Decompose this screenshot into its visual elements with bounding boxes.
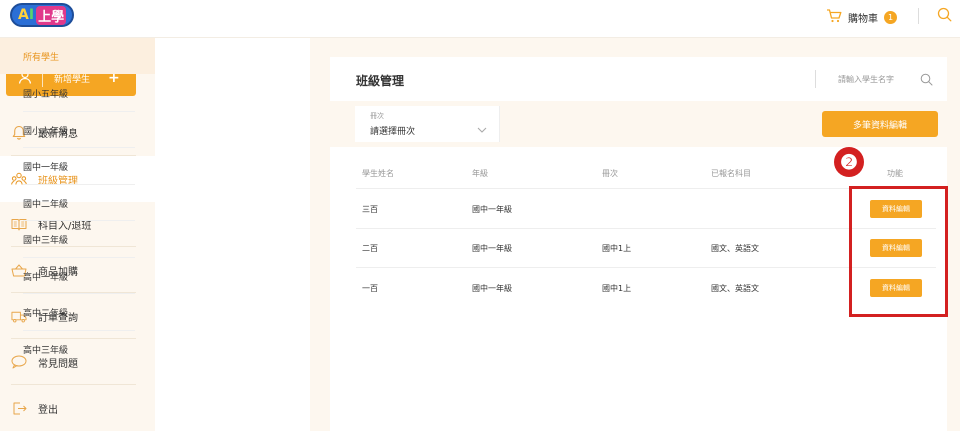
cart-count-badge: 1	[884, 11, 897, 24]
annotation-highlight-box	[849, 186, 948, 317]
term-select[interactable]: 冊次 請選擇冊次	[355, 106, 500, 142]
column-header-name: 學生姓名	[362, 169, 394, 178]
grade-item-label: 國小五年級	[23, 89, 69, 100]
logo-badge: A I 上學	[10, 3, 75, 27]
header-divider	[918, 8, 919, 24]
logout-icon	[11, 400, 27, 416]
grade-item-all[interactable]: 所有學生	[0, 38, 155, 74]
logo-letter-i: I	[28, 7, 35, 23]
grade-item-label: 高中三年級	[23, 345, 69, 356]
grade-item[interactable]: 國小六年級	[0, 112, 155, 148]
cart-button[interactable]: 購物車 1	[826, 8, 897, 27]
cell-grade: 國中一年級	[472, 205, 512, 214]
cell-student-name: 一百	[362, 284, 378, 293]
logo-chinese: 上學	[36, 5, 67, 25]
site-logo[interactable]: A I 上學	[10, 3, 75, 27]
cell-student-name: 二百	[362, 244, 378, 253]
cell-term: 國中1上	[602, 284, 632, 293]
student-search	[815, 70, 933, 88]
top-header: A I 上學 購物車 1	[0, 0, 960, 38]
grade-item-label: 所有學生	[23, 52, 60, 63]
student-search-input[interactable]	[838, 74, 916, 84]
chevron-down-icon	[477, 118, 487, 137]
search-icon[interactable]	[920, 73, 933, 86]
grade-item-label: 高中二年級	[23, 308, 69, 319]
page-title: 班級管理	[356, 74, 405, 88]
cart-icon	[826, 8, 842, 27]
grade-item-label: 國中一年級	[23, 162, 69, 173]
annotation-step-marker: ❷	[834, 147, 864, 177]
grade-item[interactable]: 高中三年級	[0, 331, 155, 367]
grade-item-label: 國小六年級	[23, 126, 69, 137]
column-header-subjects: 已報名科目	[711, 169, 751, 178]
grade-item-label: 國中三年級	[23, 235, 69, 246]
term-select-caption: 冊次	[370, 112, 384, 120]
grade-list	[155, 38, 310, 431]
grade-item[interactable]: 國中三年級	[0, 221, 155, 257]
grade-item[interactable]: 高中一年級	[0, 258, 155, 294]
cell-subjects: 國文、英語文	[711, 244, 759, 253]
grade-item[interactable]: 高中二年級	[0, 294, 155, 330]
grade-item[interactable]: 國小五年級	[0, 75, 155, 111]
grade-item[interactable]: 國中二年級	[0, 185, 155, 221]
cell-grade: 國中一年級	[472, 284, 512, 293]
cell-term: 國中1上	[602, 244, 632, 253]
cell-subjects: 國文、英語文	[711, 284, 759, 293]
cart-label: 購物車	[848, 14, 878, 25]
logo-letter-a: A	[18, 7, 29, 23]
multi-edit-button[interactable]: 多筆資料編輯	[822, 111, 938, 137]
cell-student-name: 三百	[362, 205, 378, 214]
sidebar-item-label: 登出	[38, 404, 58, 416]
column-header-grade: 年級	[472, 169, 488, 178]
grade-item[interactable]: 國中一年級	[0, 148, 155, 184]
cell-grade: 國中一年級	[472, 244, 512, 253]
search-icon[interactable]	[937, 7, 952, 26]
grade-item-label: 國中二年級	[23, 199, 69, 210]
column-header-actions: 功能	[887, 169, 903, 178]
column-header-term: 冊次	[602, 169, 618, 178]
term-select-value: 請選擇冊次	[370, 127, 416, 137]
grade-item-label: 高中一年級	[23, 272, 69, 283]
sidebar-item-logout[interactable]: 登出	[0, 385, 155, 431]
